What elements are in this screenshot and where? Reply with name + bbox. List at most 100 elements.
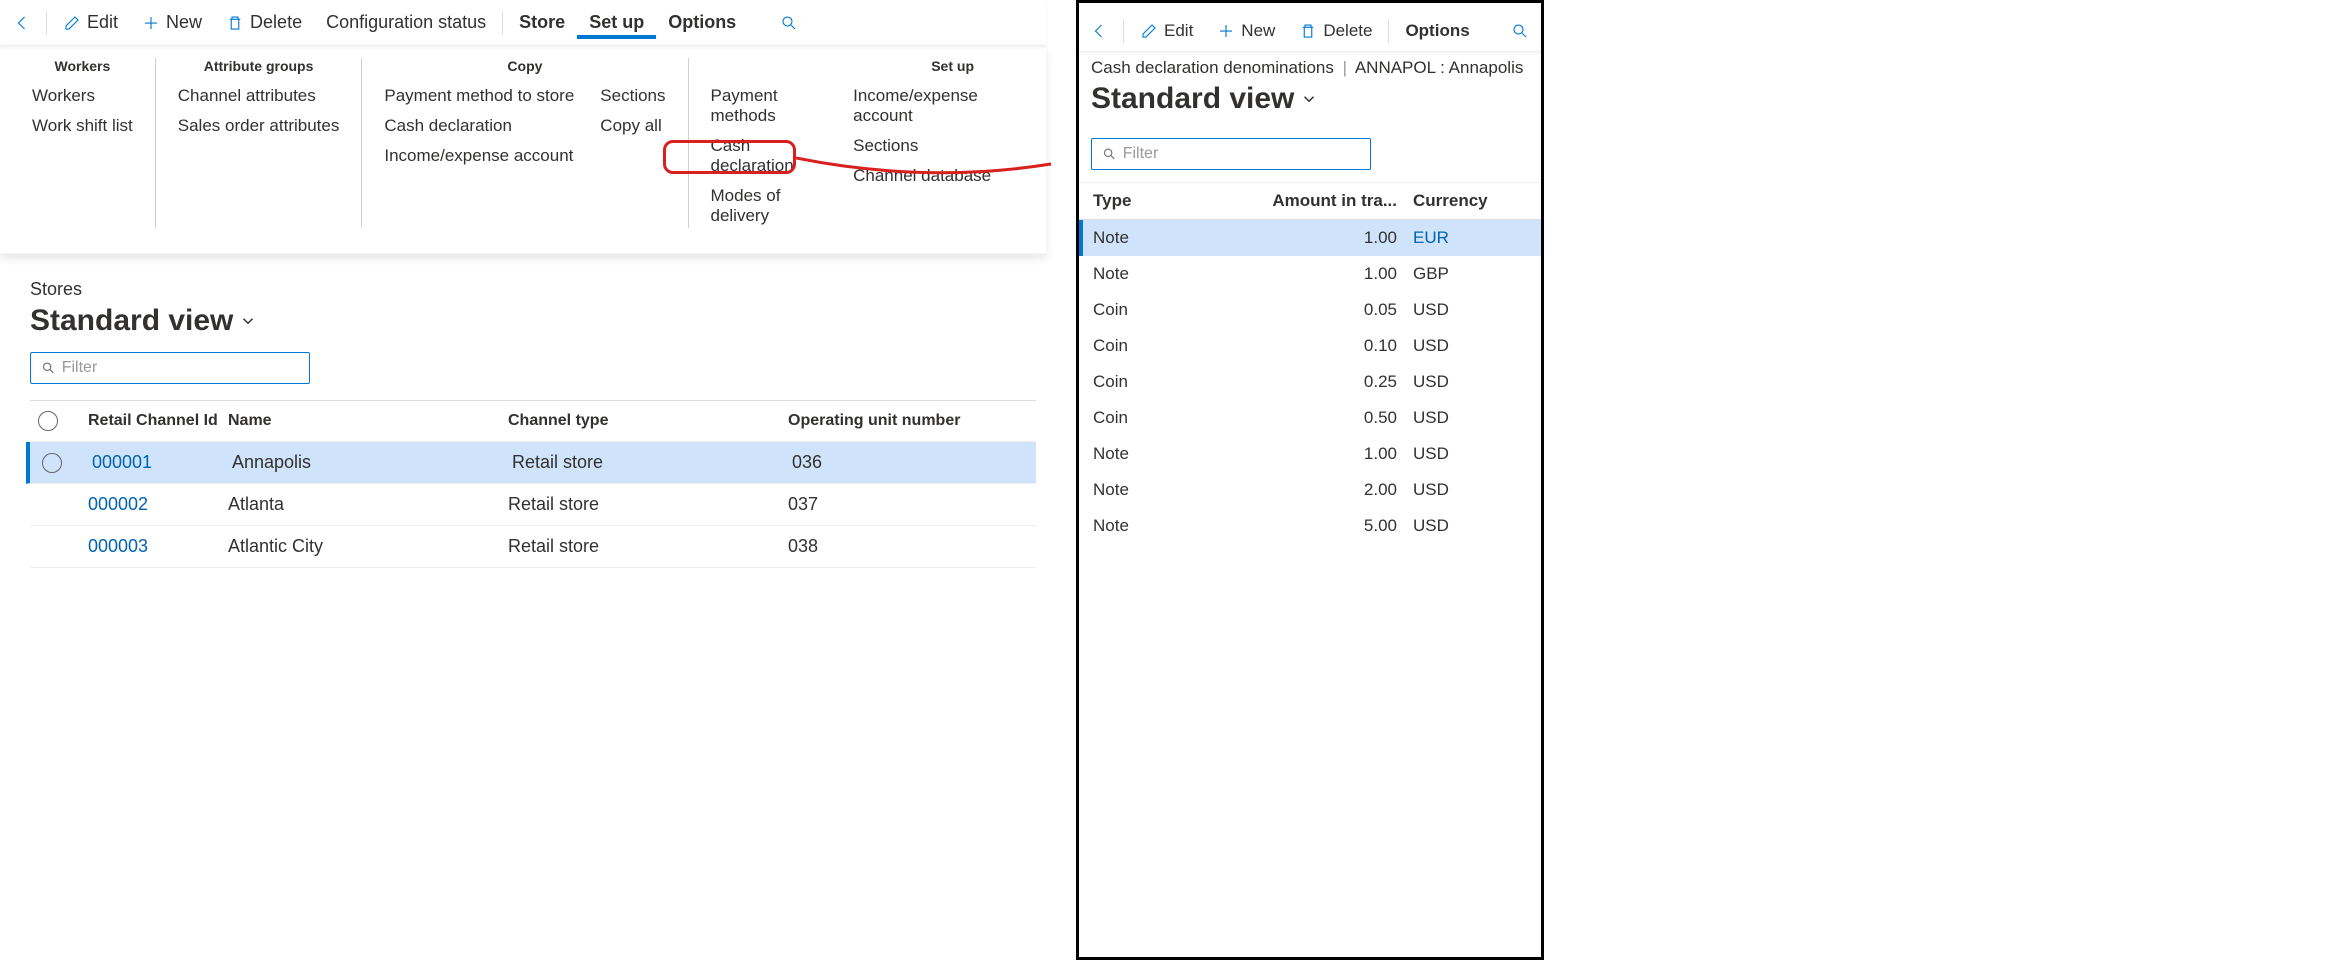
filter-input-wrap[interactable] [30, 352, 310, 384]
table-row[interactable]: Note1.00USD [1079, 436, 1541, 472]
command-bar: Edit New Delete Configuration status Sto… [0, 0, 1046, 46]
table-row[interactable]: Coin0.25USD [1079, 364, 1541, 400]
delete-button[interactable]: Delete [214, 6, 314, 39]
tab-store[interactable]: Store [507, 6, 577, 39]
table-row[interactable]: 000003Atlantic CityRetail store038 [30, 526, 1036, 568]
view-selector[interactable]: Standard view [1079, 78, 1541, 124]
search-icon [41, 360, 56, 376]
chevron-down-icon [1300, 90, 1318, 108]
col-type[interactable]: Type [1093, 191, 1263, 211]
table-row[interactable]: 000002AtlantaRetail store037 [30, 484, 1036, 526]
denom-type: Coin [1093, 408, 1263, 428]
new-button[interactable]: New [130, 6, 214, 39]
ribbon-copy-all[interactable]: Copy all [600, 114, 665, 138]
col-currency[interactable]: Currency [1413, 191, 1513, 211]
new-button[interactable]: New [1205, 15, 1287, 47]
denom-currency: GBP [1413, 264, 1513, 284]
ribbon-workers[interactable]: Workers [32, 84, 133, 108]
table-row[interactable]: Note1.00EUR [1079, 220, 1541, 256]
denom-amount: 0.10 [1263, 336, 1413, 356]
denom-currency: USD [1413, 372, 1513, 392]
back-button[interactable] [4, 8, 42, 38]
search-button[interactable] [1501, 16, 1539, 46]
table-row[interactable]: Note1.00GBP [1079, 256, 1541, 292]
filter-input[interactable] [62, 359, 299, 377]
col-name[interactable]: Name [228, 412, 508, 430]
ribbon-setup-income-expense[interactable]: Income/expense account [853, 84, 1014, 128]
denom-currency[interactable]: EUR [1413, 228, 1513, 248]
channel-type: Retail store [508, 536, 788, 557]
ribbon-setup-sections[interactable]: Sections [853, 134, 1014, 158]
pencil-icon [1140, 22, 1158, 40]
select-all-checkbox[interactable] [38, 411, 58, 431]
plus-icon [1217, 22, 1235, 40]
stores-table: Retail Channel Id Name Channel type Oper… [30, 400, 1036, 568]
table-row[interactable]: Coin0.05USD [1079, 292, 1541, 328]
table-row[interactable]: Coin0.10USD [1079, 328, 1541, 364]
denom-amount: 5.00 [1263, 516, 1413, 536]
retail-channel-id-link[interactable]: 000002 [88, 494, 228, 515]
store-name: Atlanta [228, 494, 508, 515]
ribbon-setup-payment-methods[interactable]: Payment methods [711, 84, 828, 128]
command-bar-right: Edit New Delete Options [1079, 11, 1541, 52]
ribbon-copy-sections[interactable]: Sections [600, 84, 665, 108]
breadcrumb: Cash declaration denominations | ANNAPOL… [1079, 52, 1541, 78]
denom-type: Coin [1093, 372, 1263, 392]
plus-icon [142, 14, 160, 32]
ribbon-channel-attributes[interactable]: Channel attributes [178, 84, 340, 108]
denom-amount: 0.50 [1263, 408, 1413, 428]
ribbon-copy-income-expense[interactable]: Income/expense account [384, 144, 574, 168]
table-row[interactable]: Note2.00USD [1079, 472, 1541, 508]
denom-type: Note [1093, 480, 1263, 500]
ribbon-setup-modes-of-delivery[interactable]: Modes of delivery [711, 184, 828, 228]
retail-channel-id-link[interactable]: 000001 [92, 452, 232, 473]
table-row[interactable]: 000001AnnapolisRetail store036 [26, 442, 1036, 484]
trash-icon [1299, 22, 1317, 40]
table-row[interactable]: Coin0.50USD [1079, 400, 1541, 436]
denom-amount: 1.00 [1263, 264, 1413, 284]
denominations-table: Type Amount in tra... Currency Note1.00E… [1079, 182, 1541, 544]
new-label: New [166, 12, 202, 33]
col-operating-unit[interactable]: Operating unit number [788, 412, 1008, 430]
tab-options[interactable]: Options [1393, 15, 1481, 47]
denom-type: Coin [1093, 336, 1263, 356]
ribbon-setup-cash-declaration[interactable]: Cash declaration [711, 134, 828, 178]
tab-setup[interactable]: Set up [577, 6, 656, 39]
row-checkbox[interactable] [42, 453, 62, 473]
ribbon-work-shift-list[interactable]: Work shift list [32, 114, 133, 138]
table-row[interactable]: Note5.00USD [1079, 508, 1541, 544]
ribbon-group-setup: Set up Payment methods Cash declaration … [689, 58, 1037, 228]
denom-currency: USD [1413, 336, 1513, 356]
search-button[interactable] [770, 8, 808, 38]
edit-button[interactable]: Edit [51, 6, 130, 39]
col-channel-type[interactable]: Channel type [508, 412, 788, 430]
ribbon-setup-channel-database[interactable]: Channel database [853, 164, 1014, 188]
view-selector[interactable]: Standard view [30, 304, 1036, 338]
store-name: Annapolis [232, 452, 512, 473]
delete-button[interactable]: Delete [1287, 15, 1384, 47]
operating-unit: 037 [788, 494, 1008, 515]
ribbon-sales-order-attributes[interactable]: Sales order attributes [178, 114, 340, 138]
col-retail-channel-id[interactable]: Retail Channel Id [88, 412, 228, 430]
back-button[interactable] [1081, 16, 1119, 46]
denom-amount: 0.05 [1263, 300, 1413, 320]
denom-type: Coin [1093, 300, 1263, 320]
config-status-button[interactable]: Configuration status [314, 6, 498, 39]
ribbon-copy-payment-method[interactable]: Payment method to store [384, 84, 574, 108]
table-header: Type Amount in tra... Currency [1079, 183, 1541, 220]
ribbon-copy-cash-declaration[interactable]: Cash declaration [384, 114, 574, 138]
denom-type: Note [1093, 444, 1263, 464]
denom-currency: USD [1413, 444, 1513, 464]
filter-input-wrap[interactable] [1091, 138, 1371, 170]
channel-type: Retail store [512, 452, 792, 473]
denom-currency: USD [1413, 480, 1513, 500]
filter-input[interactable] [1123, 145, 1360, 163]
channel-type: Retail store [508, 494, 788, 515]
breadcrumb: Stores [30, 279, 1036, 300]
edit-button[interactable]: Edit [1128, 15, 1205, 47]
tab-options[interactable]: Options [656, 6, 748, 39]
retail-channel-id-link[interactable]: 000003 [88, 536, 228, 557]
store-name: Atlantic City [228, 536, 508, 557]
col-amount[interactable]: Amount in tra... [1263, 191, 1413, 211]
pencil-icon [63, 14, 81, 32]
